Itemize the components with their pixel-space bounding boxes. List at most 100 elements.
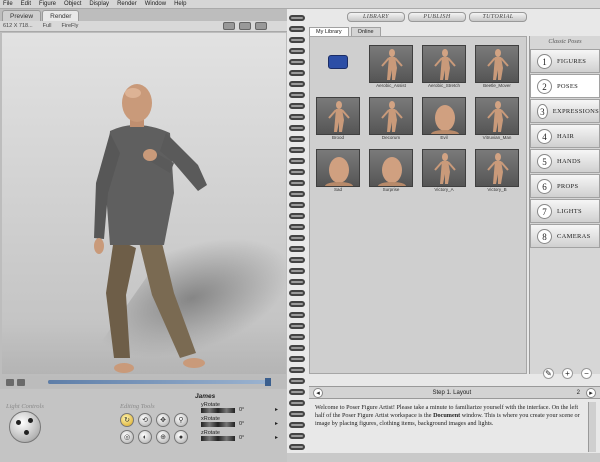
library-grid: Aerobic_Assist Aerobic_Stretch Beetle_Move…	[309, 36, 527, 374]
param-arrow-icon[interactable]: ▸	[275, 420, 278, 427]
taper-tool-icon[interactable]: ◐	[138, 430, 152, 444]
binding-ring	[289, 180, 305, 186]
param-yrotate: yRotate 0° ▸	[195, 402, 285, 416]
category-expressions[interactable]: 3 EXPRESSIONS	[530, 99, 600, 123]
library-item[interactable]: Sad	[316, 149, 360, 194]
category-label: PROPS	[557, 182, 579, 190]
param-dial[interactable]	[201, 436, 235, 441]
param-dial[interactable]	[201, 422, 235, 427]
category-number: 1	[537, 53, 552, 69]
timeline-knob[interactable]	[265, 378, 271, 386]
thumbnail-image	[369, 45, 413, 83]
menu-render[interactable]: Render	[117, 1, 137, 7]
library-item[interactable]: Surprise	[369, 149, 413, 194]
category-number: 5	[537, 153, 552, 169]
thumbnail-image	[369, 149, 413, 187]
library-item[interactable]: Victory_B	[475, 149, 519, 194]
document-toolbar: 612 X 718... Full FireFly	[0, 21, 287, 32]
tab-online[interactable]: Online	[350, 27, 381, 36]
menu-file[interactable]: File	[3, 1, 13, 7]
library-folder[interactable]	[316, 45, 360, 90]
figure-james[interactable]	[2, 33, 286, 374]
category-poses[interactable]: 2 POSES	[530, 74, 600, 98]
add-icon[interactable]: +	[562, 368, 573, 379]
param-arrow-icon[interactable]: ▸	[275, 406, 278, 413]
editing-tools: ↻ ⟲ ✥ ⚲ ◎ ◐ ⊕ ●	[120, 413, 189, 444]
library-item[interactable]: Vitruvian_Man	[475, 97, 519, 142]
menu-display[interactable]: Display	[89, 1, 109, 7]
wand-icon[interactable]: ✎	[543, 368, 554, 379]
tab-publish[interactable]: PUBLISH	[408, 12, 466, 22]
thumbnail-image	[316, 97, 360, 135]
library-item[interactable]: Aerobic_Assist	[369, 45, 413, 90]
param-zrotate: zRotate 0° ▸	[195, 430, 285, 444]
category-props[interactable]: 6 PROPS	[530, 174, 600, 198]
menu-edit[interactable]: Edit	[21, 1, 31, 7]
light-dot-icon[interactable]	[28, 418, 33, 423]
param-value[interactable]: 0°	[239, 435, 244, 441]
category-label: CAMERAS	[557, 232, 591, 240]
document-viewport[interactable]	[2, 33, 286, 374]
tab-render[interactable]: Render	[42, 10, 80, 21]
tab-preview[interactable]: Preview	[2, 10, 42, 21]
param-dial[interactable]	[201, 408, 235, 413]
category-lights[interactable]: 7 LIGHTS	[530, 199, 600, 223]
binding-ring	[289, 246, 305, 252]
menu-help[interactable]: Help	[174, 1, 186, 7]
library-item-caption: Victory_A	[434, 187, 454, 192]
library-item[interactable]: Evil	[422, 97, 466, 142]
param-value[interactable]: 0°	[239, 407, 244, 413]
chain-tool-icon[interactable]: ⊕	[156, 430, 170, 444]
library-item[interactable]: Aerobic_Stretch	[422, 45, 466, 90]
menu-object[interactable]: Object	[64, 1, 81, 7]
renderer-select[interactable]: FireFly	[62, 23, 79, 29]
binding-ring	[289, 378, 305, 384]
welcome-scrollbar[interactable]	[588, 402, 596, 452]
tab-my-library[interactable]: My Library	[309, 27, 349, 36]
binding-ring	[289, 136, 305, 142]
render-compare-icon[interactable]	[239, 22, 251, 30]
tutorial-step-bar: ◂ Step 1. Layout 2 ▸	[309, 386, 600, 399]
library-item[interactable]: Beetle_Mover	[475, 45, 519, 90]
tab-tutorial[interactable]: TUTORIAL	[469, 12, 527, 22]
render-size[interactable]: 612 X 718...	[3, 23, 33, 29]
editing-tools-label: Editing Tools	[120, 403, 155, 410]
zoom-tool-icon[interactable]: ⚲	[174, 413, 188, 427]
library-item[interactable]: Victory_A	[422, 149, 466, 194]
library-item[interactable]: Brood	[316, 97, 360, 142]
light-controls-sphere[interactable]	[9, 411, 41, 443]
translate-tool-icon[interactable]: ✥	[156, 413, 170, 427]
render-mode[interactable]: Full	[43, 23, 52, 29]
remove-icon[interactable]: −	[581, 368, 592, 379]
step-number: 2	[576, 389, 580, 396]
library-sub-tabs: My Library Online	[309, 27, 383, 36]
library-item[interactable]: Decorum	[369, 97, 413, 142]
category-hands[interactable]: 5 HANDS	[530, 149, 600, 173]
category-title[interactable]: Classic Poses	[530, 36, 600, 48]
scale-tool-icon[interactable]: ◎	[120, 430, 134, 444]
color-tool-icon[interactable]: ●	[174, 430, 188, 444]
menu-figure[interactable]: Figure	[39, 1, 56, 7]
rotate-tool-icon[interactable]: ↻	[120, 413, 134, 427]
frame-back-icon[interactable]	[6, 378, 14, 386]
category-cameras[interactable]: 8 CAMERAS	[530, 224, 600, 248]
binding-ring	[289, 345, 305, 351]
param-value[interactable]: 0°	[239, 421, 244, 427]
library-controls: ✎ + −	[535, 368, 592, 379]
param-arrow-icon[interactable]: ▸	[275, 434, 278, 441]
category-figures[interactable]: 1 FIGURES	[530, 49, 600, 73]
tab-library[interactable]: LIBRARY	[347, 12, 405, 22]
category-hair[interactable]: 4 HAIR	[530, 124, 600, 148]
timeline-slider[interactable]	[48, 378, 271, 386]
menu-window[interactable]: Window	[145, 1, 166, 7]
render-button-icon[interactable]	[255, 22, 267, 30]
render-settings-icon[interactable]	[223, 22, 235, 30]
folder-icon[interactable]	[328, 55, 348, 69]
frame-forward-icon[interactable]	[17, 378, 25, 386]
light-dot-icon[interactable]	[24, 430, 29, 435]
twist-tool-icon[interactable]: ⟲	[138, 413, 152, 427]
step-prev-icon[interactable]: ◂	[313, 387, 323, 398]
welcome-bold-document: Document	[433, 412, 461, 419]
step-next-icon[interactable]: ▸	[586, 387, 596, 398]
light-dot-icon[interactable]	[16, 420, 21, 425]
